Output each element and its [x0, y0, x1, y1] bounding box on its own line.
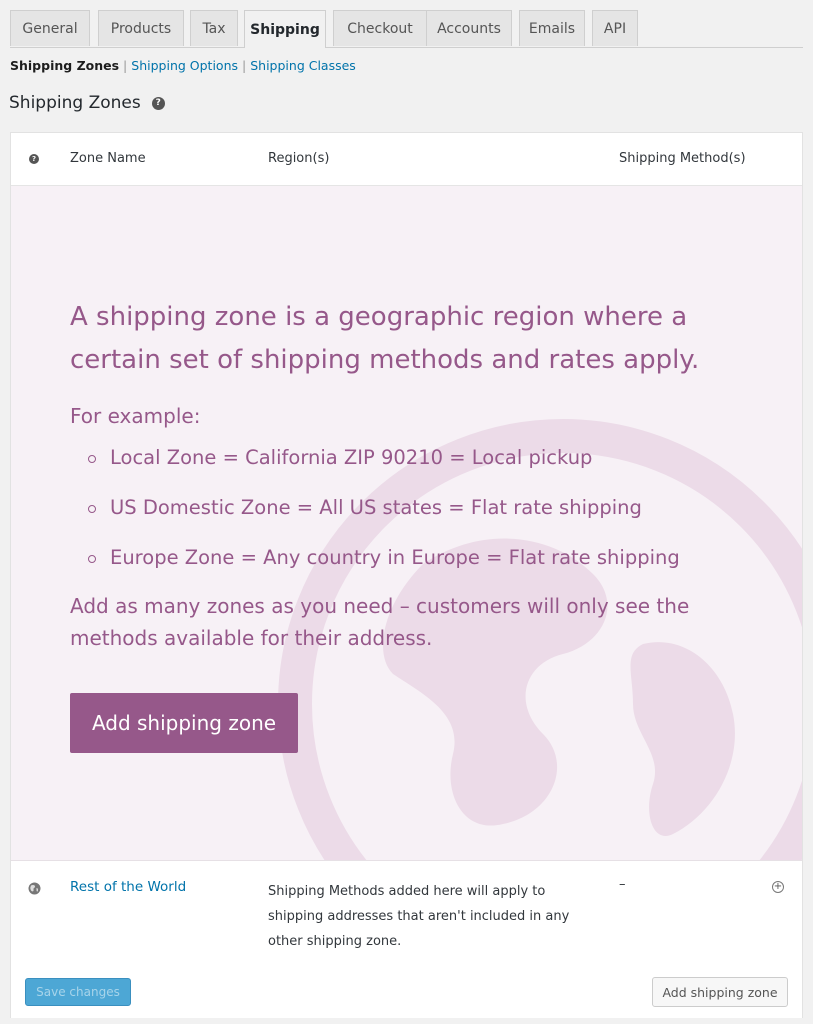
list-item: US Domestic Zone = All US states = Flat …: [70, 496, 750, 546]
column-shipping-methods: Shipping Method(s): [619, 151, 746, 166]
add-shipping-zone-footer-button[interactable]: Add shipping zone: [652, 977, 788, 1007]
rest-of-world-region: Shipping Methods added here will apply t…: [268, 884, 570, 949]
add-shipping-zone-button[interactable]: Add shipping zone: [70, 693, 298, 753]
settings-tabs: General Products Tax Shipping Checkout A…: [10, 10, 803, 48]
rest-of-world-link[interactable]: Rest of the World: [70, 879, 186, 895]
subnav-shipping-classes[interactable]: Shipping Classes: [250, 58, 356, 73]
tab-shipping[interactable]: Shipping: [244, 10, 326, 48]
add-method-icon[interactable]: +: [772, 881, 784, 893]
blank-state-content: A shipping zone is a geographic region w…: [70, 296, 750, 654]
example-text: Local Zone = California ZIP 90210 = Loca…: [110, 446, 593, 469]
page-title: Shipping Zones: [9, 93, 141, 113]
tab-tax[interactable]: Tax: [190, 10, 238, 46]
help-icon[interactable]: ?: [151, 96, 165, 110]
subnav-shipping-options[interactable]: Shipping Options: [131, 58, 238, 73]
subnav-separator: |: [123, 58, 128, 73]
tab-checkout[interactable]: Checkout: [333, 10, 427, 46]
blank-state-lead: A shipping zone is a geographic region w…: [70, 302, 700, 375]
page-heading: Shipping Zones ?: [9, 93, 165, 113]
shipping-subnav: Shipping Zones | Shipping Options | Shipping…: [10, 58, 356, 73]
help-icon[interactable]: ?: [29, 154, 39, 164]
tab-accounts[interactable]: Accounts: [426, 10, 512, 46]
table-header: ? Zone Name Region(s) Shipping Method(s): [11, 133, 802, 186]
bullet-icon: [88, 555, 96, 563]
subnav-separator: |: [242, 58, 247, 73]
globe-icon: [28, 882, 41, 895]
tab-products[interactable]: Products: [98, 10, 184, 46]
tab-emails[interactable]: Emails: [519, 10, 585, 46]
list-item: Europe Zone = Any country in Europe = Fl…: [70, 546, 750, 596]
blank-state-for-example: For example:: [70, 404, 201, 428]
table-row: Rest of the World Shipping Methods added…: [11, 861, 802, 965]
bullet-icon: [88, 505, 96, 513]
column-zone-name: Zone Name: [70, 151, 146, 166]
tab-general[interactable]: General: [10, 10, 90, 46]
tab-api[interactable]: API: [592, 10, 638, 46]
save-changes-button[interactable]: Save changes: [25, 978, 131, 1006]
column-regions: Region(s): [268, 151, 330, 166]
table-footer: Save changes Add shipping zone: [11, 964, 802, 1018]
subnav-shipping-zones: Shipping Zones: [10, 58, 120, 73]
rest-of-world-methods: –: [619, 877, 626, 892]
examples-list: Local Zone = California ZIP 90210 = Loca…: [70, 446, 750, 596]
bullet-icon: [88, 455, 96, 463]
shipping-zones-table: ? Zone Name Region(s) Shipping Method(s)…: [10, 132, 803, 1018]
example-text: US Domestic Zone = All US states = Flat …: [110, 496, 642, 519]
example-text: Europe Zone = Any country in Europe = Fl…: [110, 546, 680, 569]
list-item: Local Zone = California ZIP 90210 = Loca…: [70, 446, 750, 496]
blank-state: A shipping zone is a geographic region w…: [11, 186, 802, 861]
blank-state-note: Add as many zones as you need – customer…: [70, 594, 690, 650]
